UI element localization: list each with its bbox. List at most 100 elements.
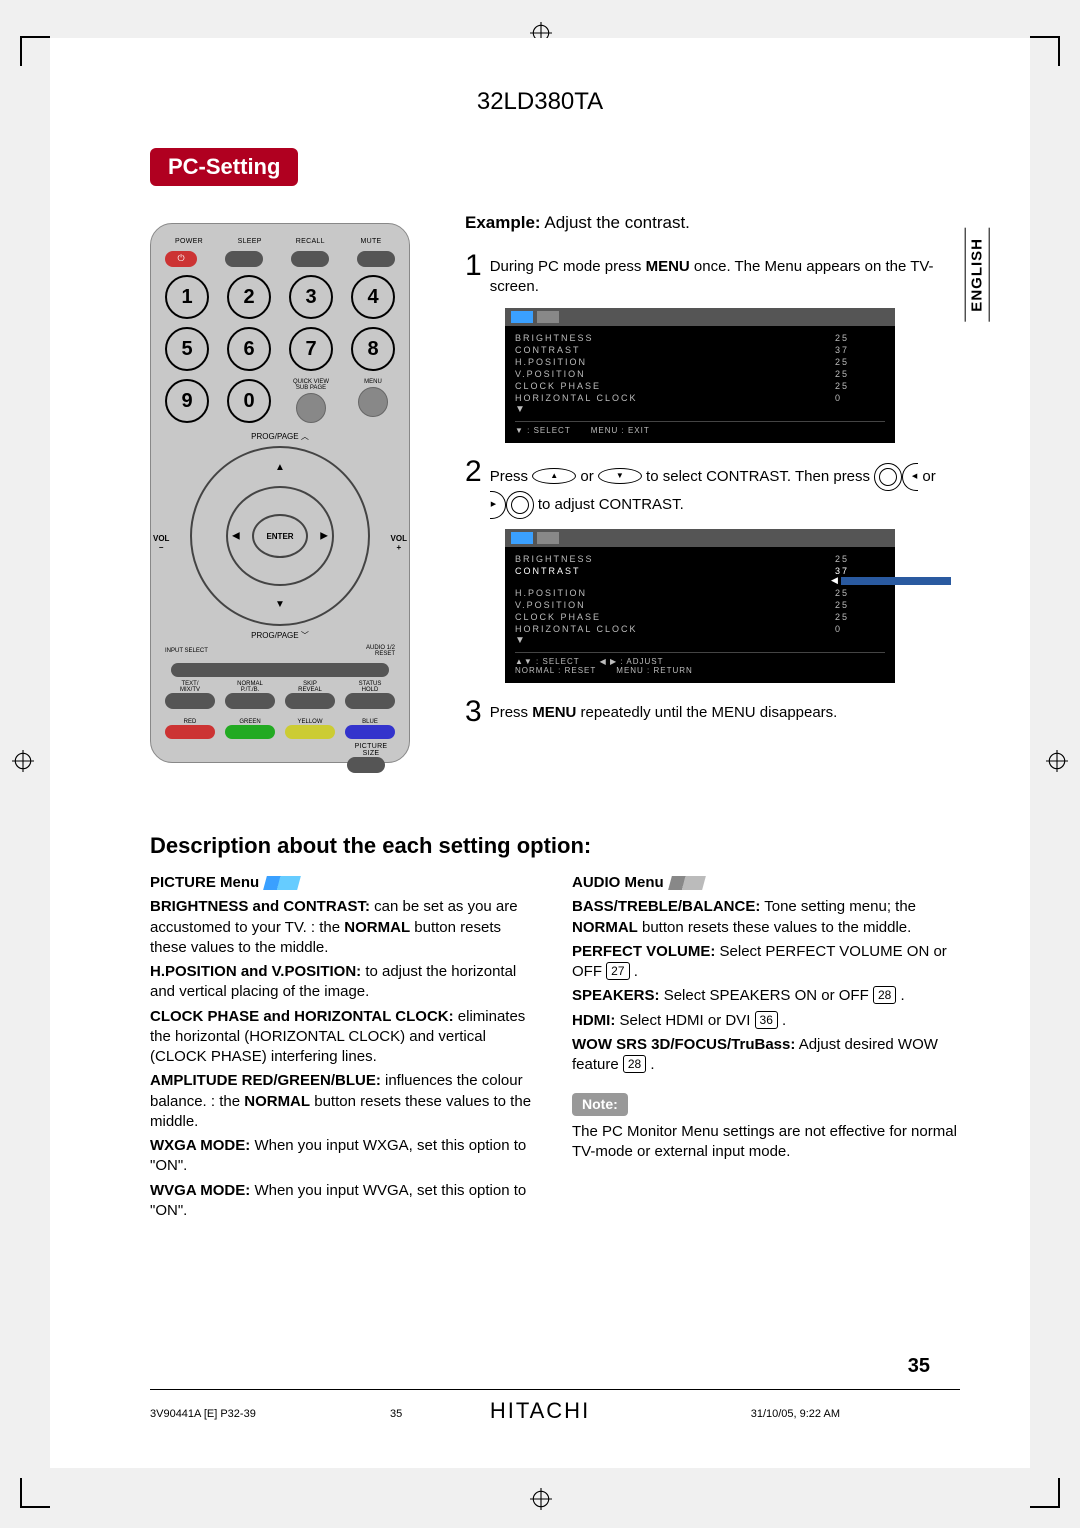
remote-vol-right: VOL+ bbox=[391, 534, 407, 552]
remote-status-button bbox=[345, 693, 395, 709]
oval-down-icon bbox=[598, 468, 642, 484]
note-text: The PC Monitor Menu settings are not eff… bbox=[572, 1122, 960, 1163]
page-ref-28: 28 bbox=[873, 986, 896, 1004]
half-left-icon bbox=[902, 463, 918, 491]
remote-progpage-up: PROG/PAGE ︿ bbox=[165, 431, 395, 442]
crop-mark-tl bbox=[20, 36, 50, 66]
remote-power-button bbox=[165, 251, 197, 267]
picture-menu-column: PICTURE Menu BRIGHTNESS and CONTRAST: ca… bbox=[150, 873, 538, 1225]
page-ref-27: 27 bbox=[606, 962, 629, 980]
description-heading: Description about the each setting optio… bbox=[150, 833, 960, 859]
note-label: Note: bbox=[572, 1093, 628, 1116]
remote-num-6: 6 bbox=[227, 327, 271, 371]
language-tab: ENGLISH bbox=[965, 228, 990, 322]
osd-screenshot-1: BRIGHTNESS25 CONTRAST37 H.POSITION25 V.P… bbox=[505, 308, 895, 443]
remote-dpad: ENTER ▲ ▼ ◀ ▶ bbox=[190, 446, 370, 626]
remote-bar-button bbox=[171, 663, 389, 677]
crop-mark-br bbox=[1030, 1478, 1060, 1508]
half-right-icon bbox=[490, 491, 506, 519]
registration-mark-right bbox=[1046, 750, 1068, 772]
brand-logo: HITACHI bbox=[50, 1398, 1030, 1424]
remote-audio12-label: AUDIO 1/2 RESET bbox=[366, 645, 395, 657]
step-3-number: 3 bbox=[465, 697, 482, 727]
remote-blue-button bbox=[345, 725, 395, 739]
remote-label-sleep: SLEEP bbox=[226, 238, 274, 245]
remote-num-7: 7 bbox=[289, 327, 333, 371]
remote-skip-label: SKIP REVEAL bbox=[285, 681, 335, 693]
remote-menu-label: MENU bbox=[351, 379, 395, 385]
remote-text-label: TEXT/ MIX/TV bbox=[165, 681, 215, 693]
remote-picture-size-label: PICTURE SIZE bbox=[347, 743, 395, 757]
remote-arrow-left-icon: ◀ bbox=[232, 531, 240, 542]
oval-up-icon bbox=[532, 468, 576, 484]
remote-label-power: POWER bbox=[165, 238, 213, 245]
step-2-number: 2 bbox=[465, 457, 482, 487]
audio-menu-column: AUDIO Menu BASS/TREBLE/BALANCE: Tone set… bbox=[572, 873, 960, 1225]
remote-label-mute: MUTE bbox=[347, 238, 395, 245]
remote-num-8: 8 bbox=[351, 327, 395, 371]
step-1: 1 During PC mode press MENU once. The Me… bbox=[465, 251, 965, 298]
double-circle-icon bbox=[874, 463, 902, 491]
remote-num-3: 3 bbox=[289, 275, 333, 319]
remote-progpage-down: PROG/PAGE ﹀ bbox=[165, 630, 395, 641]
crop-mark-bl bbox=[20, 1478, 50, 1508]
picture-menu-title: PICTURE Menu bbox=[150, 873, 259, 893]
remote-recall-button bbox=[291, 251, 329, 267]
audio-menu-title: AUDIO Menu bbox=[572, 873, 664, 893]
remote-normal-button bbox=[225, 693, 275, 709]
remote-quickview-button bbox=[296, 393, 326, 423]
osd-picture-tab-icon bbox=[511, 311, 533, 323]
remote-num-0: 0 bbox=[227, 379, 271, 423]
page: 32LD380TA PC-Setting ENGLISH POWER SLEEP… bbox=[50, 38, 1030, 1468]
remote-num-4: 4 bbox=[351, 275, 395, 319]
footer-divider bbox=[150, 1389, 960, 1390]
osd-picture-tab-icon bbox=[511, 532, 533, 544]
remote-status-label: STATUS HOLD bbox=[345, 681, 395, 693]
remote-quickview-label: QUICK VIEW SUB PAGE bbox=[289, 379, 333, 391]
registration-mark-bottom bbox=[530, 1488, 552, 1510]
remote-green-button bbox=[225, 725, 275, 739]
remote-sleep-button bbox=[225, 251, 263, 267]
remote-num-5: 5 bbox=[165, 327, 209, 371]
remote-arrow-right-icon: ▶ bbox=[320, 531, 328, 542]
step-3-text: Press MENU repeatedly until the MENU dis… bbox=[490, 697, 838, 723]
step-1-number: 1 bbox=[465, 251, 482, 281]
remote-enter-button: ENTER bbox=[252, 514, 308, 558]
remote-skip-button bbox=[285, 693, 335, 709]
remote-num-2: 2 bbox=[227, 275, 271, 319]
osd-down-arrow-icon: ▼ bbox=[515, 635, 885, 646]
remote-illustration: POWER SLEEP RECALL MUTE 1 2 3 4 5 6 7 bbox=[150, 223, 410, 763]
audio-menu-icon bbox=[668, 876, 706, 890]
registration-mark-left bbox=[12, 750, 34, 772]
picture-menu-icon bbox=[263, 876, 301, 890]
remote-num-9: 9 bbox=[165, 379, 209, 423]
remote-label-recall: RECALL bbox=[286, 238, 334, 245]
step-3: 3 Press MENU repeatedly until the MENU d… bbox=[465, 697, 965, 727]
osd-audio-tab-icon bbox=[537, 311, 559, 323]
section-heading: PC-Setting bbox=[150, 148, 298, 186]
remote-arrow-down-icon: ▼ bbox=[275, 599, 285, 610]
osd-down-arrow-icon: ▼ bbox=[515, 404, 885, 415]
osd-audio-tab-icon bbox=[537, 532, 559, 544]
step-2: 2 Press or to select CONTRAST. Then pres… bbox=[465, 457, 965, 519]
remote-yellow-button bbox=[285, 725, 335, 739]
osd-slider bbox=[841, 577, 951, 585]
model-number: 32LD380TA bbox=[50, 88, 1030, 116]
remote-arrow-up-icon: ▲ bbox=[275, 462, 285, 473]
page-number: 35 bbox=[908, 1355, 930, 1378]
step-1-text: During PC mode press MENU once. The Menu… bbox=[490, 251, 965, 298]
remote-vol-left: VOL– bbox=[153, 534, 169, 552]
remote-normal-label: NORMAL P./T./B. bbox=[225, 681, 275, 693]
remote-num-1: 1 bbox=[165, 275, 209, 319]
page-ref-36: 36 bbox=[755, 1011, 778, 1029]
crop-mark-tr bbox=[1030, 36, 1060, 66]
remote-red-button bbox=[165, 725, 215, 739]
remote-mute-button bbox=[357, 251, 395, 267]
example-line: Example: Adjust the contrast. bbox=[465, 213, 965, 233]
remote-input-select-label: INPUT SELECT bbox=[165, 648, 208, 654]
remote-menu-button bbox=[358, 387, 388, 417]
step-2-text: Press or to select CONTRAST. Then press … bbox=[490, 457, 965, 519]
osd-screenshot-2: BRIGHTNESS25 CONTRAST37 H.POSITION25 V.P… bbox=[505, 529, 895, 683]
remote-text-button bbox=[165, 693, 215, 709]
remote-picture-size-button bbox=[347, 757, 385, 773]
